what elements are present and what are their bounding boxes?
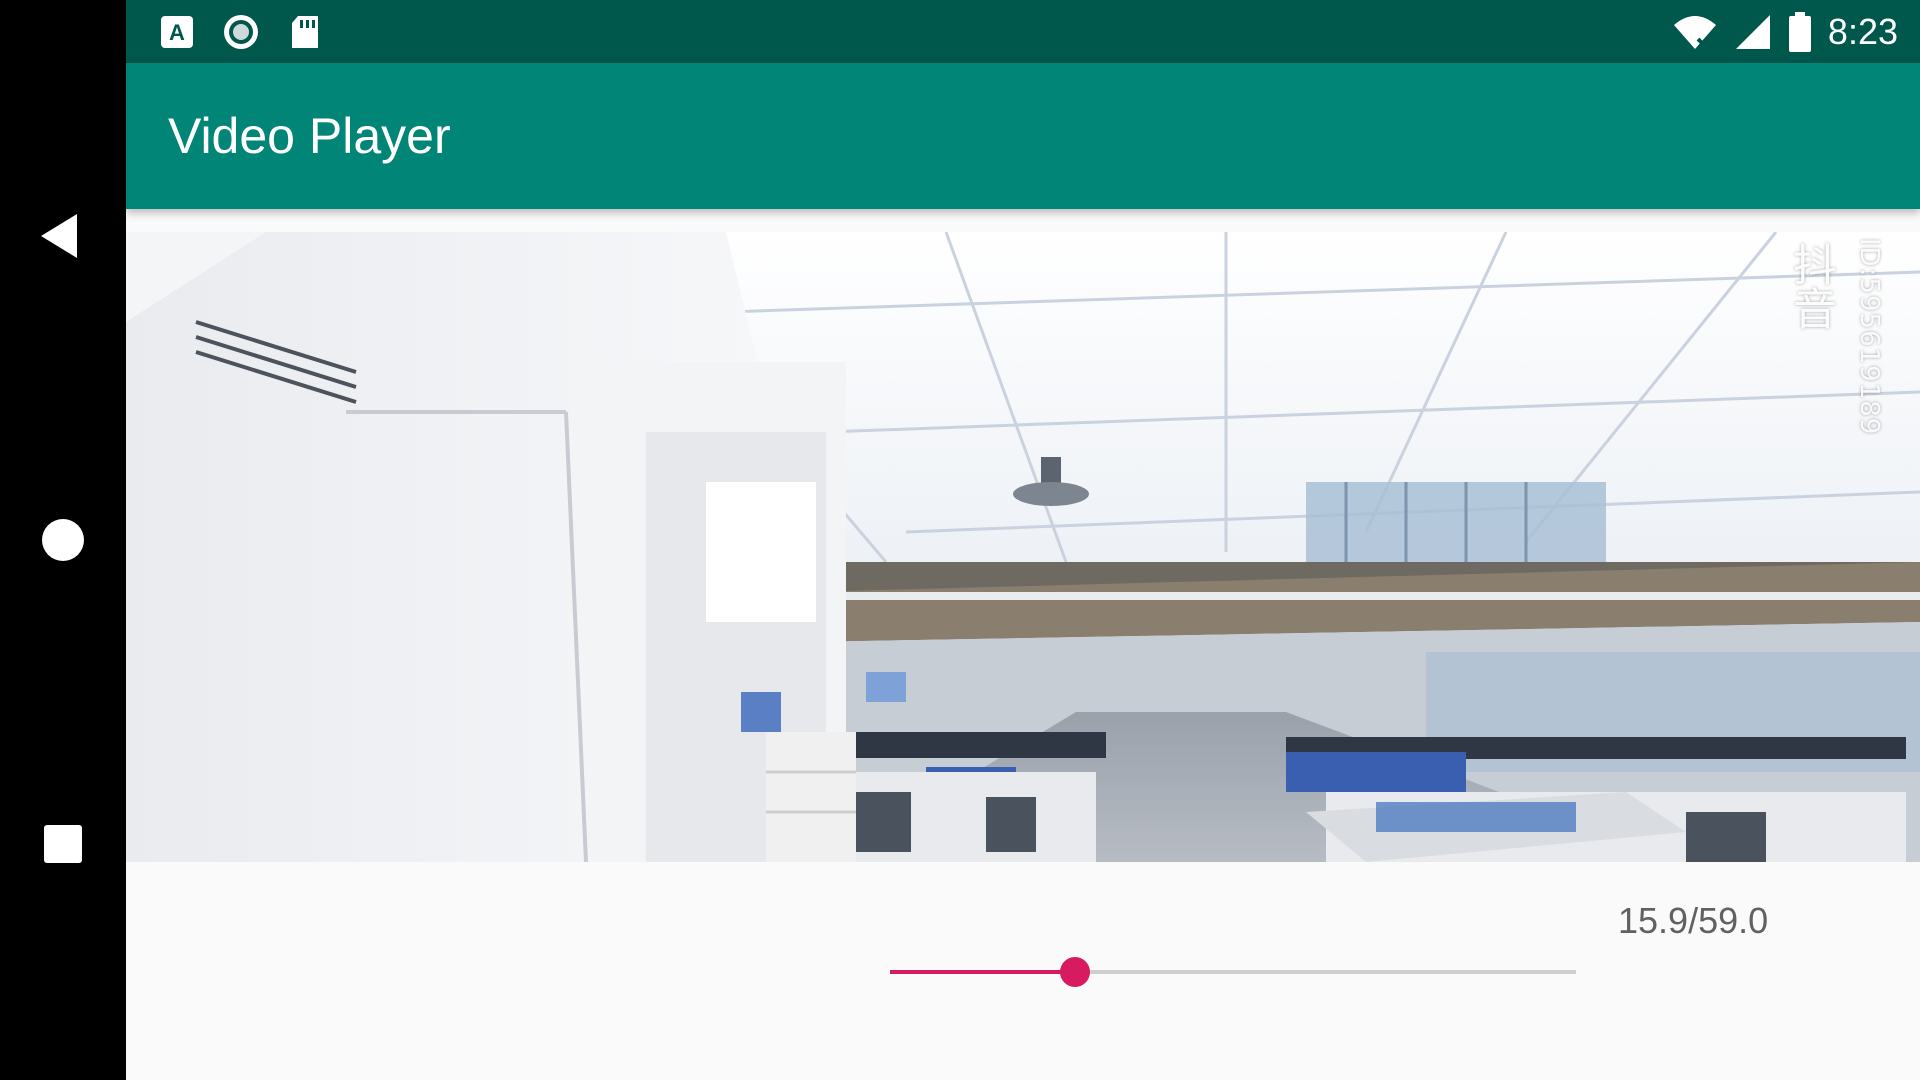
back-icon (41, 214, 77, 258)
seek-progress (890, 970, 1075, 974)
cellular-signal-icon (1735, 14, 1770, 49)
video-frame (126, 232, 1920, 862)
svg-text:A: A (169, 20, 185, 45)
home-button[interactable] (33, 510, 93, 570)
watermark-id: ID:595619189 (1854, 238, 1884, 436)
status-bar: A 8:23 (126, 0, 1920, 63)
app-title: Video Player (168, 108, 451, 164)
recents-button[interactable] (33, 814, 93, 874)
navigation-bar (0, 0, 126, 1080)
sd-card-icon (292, 16, 318, 48)
back-button[interactable] (33, 206, 93, 266)
seek-bar[interactable] (890, 954, 1576, 990)
app-toolbar: Video Player (126, 63, 1920, 209)
recents-icon (44, 825, 82, 863)
watermark-logo: 抖音 (1785, 242, 1836, 330)
clock: 8:23 (1827, 10, 1898, 52)
seek-thumb[interactable] (1059, 957, 1090, 987)
video-view[interactable]: 抖音 ID:595619189 (126, 232, 1920, 862)
playback-time-readout: 15.9/59.0 (1618, 900, 1769, 941)
record-circle-icon (224, 15, 258, 49)
home-icon (42, 519, 84, 561)
a-notification-icon: A (161, 16, 193, 48)
wifi-no-internet-icon (1673, 15, 1716, 50)
screen: A 8:23 Video Player 抖音 ID:595619189 15.9… (0, 0, 1920, 1080)
battery-icon (1788, 11, 1811, 52)
